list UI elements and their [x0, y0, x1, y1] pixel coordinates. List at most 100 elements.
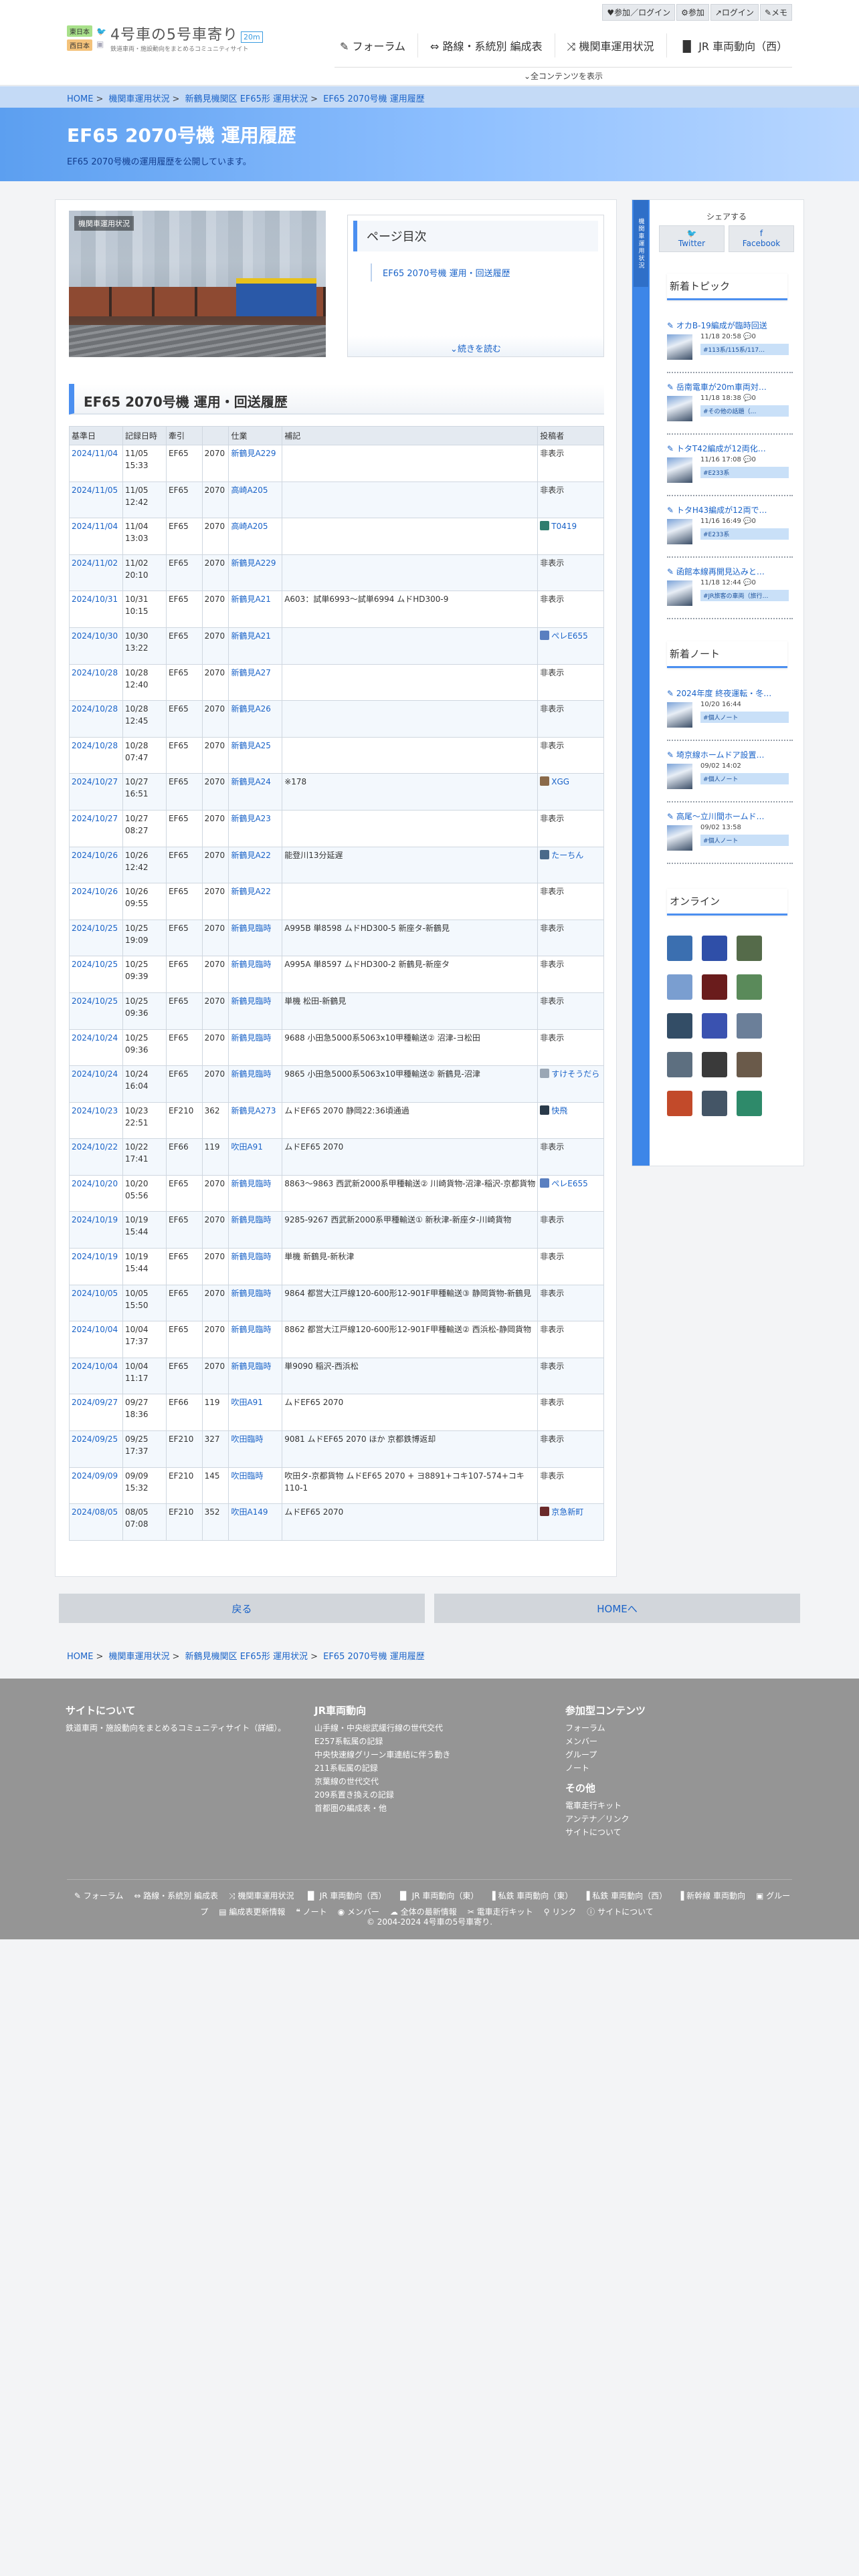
note-tag[interactable]: #個人ノート	[700, 712, 789, 723]
share-twitter-button[interactable]: 🐦 Twitter	[659, 225, 725, 252]
poster-cell[interactable]: ぺレE655	[537, 627, 604, 665]
poster-name[interactable]: 京急新町	[551, 1507, 583, 1517]
login-link[interactable]: ↗ログイン	[710, 4, 759, 21]
topic-title[interactable]: ✎ トタH43編成が12両で…	[667, 504, 793, 516]
duty-cell[interactable]: 新鶴見A25	[228, 736, 283, 774]
duty-cell[interactable]: 高崎A205	[228, 481, 283, 519]
duty-cell[interactable]: 新鶴見臨時	[228, 1065, 283, 1103]
join-link[interactable]: ⚙参加	[676, 4, 709, 21]
topic-item[interactable]: ✎ 函館本線再開見込みと… 11/18 12:44 💬0 #JR旅客の車両（旅行…	[667, 563, 793, 619]
duty-cell[interactable]: 新鶴見A21	[228, 627, 283, 665]
footer-jr-link[interactable]: 209系置き換えの記録	[314, 1788, 535, 1802]
topic-title[interactable]: ✎ 岳南電車が20m車両対…	[667, 381, 793, 393]
duty-cell[interactable]: 新鶴見A26	[228, 700, 283, 738]
footer-jr-link[interactable]: 首都圏の編成表・他	[314, 1802, 535, 1815]
duty-cell[interactable]: 新鶴見臨時	[228, 1284, 283, 1322]
topic-item[interactable]: ✎ トタT42編成が12両化… 11/16 17:08 💬0 #E233系	[667, 440, 793, 496]
topic-thumbnail[interactable]	[667, 457, 692, 483]
topic-item[interactable]: ✎ トタH43編成が12両で… 11/16 16:49 💬0 #E233系	[667, 502, 793, 558]
note-thumbnail[interactable]	[667, 764, 692, 789]
note-tag[interactable]: #個人ノート	[700, 773, 789, 784]
poster-avatar-icon[interactable]	[540, 1507, 550, 1517]
topic-tag[interactable]: #その他の話題（…	[700, 405, 789, 417]
duty-cell[interactable]: 新鶴見臨時	[228, 956, 283, 993]
base-date-cell[interactable]: 2024/08/05	[69, 1503, 123, 1541]
footer-about-text[interactable]: 鉄道車両・施設動向をまとめるコミュニティサイト（詳細）。	[66, 1721, 286, 1735]
online-member-avatar[interactable]	[667, 1013, 692, 1039]
footer-nav-link[interactable]: ▐ 私鉄 車両動向（西）	[583, 1891, 667, 1901]
nav-formation-table[interactable]: ⇔ 路線・系統別 編成表	[417, 33, 555, 58]
online-member-avatar[interactable]	[667, 974, 692, 1000]
topic-thumbnail[interactable]	[667, 396, 692, 421]
duty-cell[interactable]: 新鶴見臨時	[228, 1321, 283, 1358]
breadcrumb-current[interactable]: EF65 2070号機 運用履歴	[323, 94, 425, 104]
poster-cell[interactable]: 快飛	[537, 1101, 604, 1140]
footer-nav-link[interactable]: ✎ フォーラム	[74, 1891, 124, 1901]
online-member-avatar[interactable]	[737, 936, 762, 961]
note-thumbnail[interactable]	[667, 825, 692, 851]
base-date-cell[interactable]: 2024/11/02	[69, 554, 123, 592]
sidebar-strip-caption[interactable]: 機関車運用状況	[634, 200, 648, 287]
footer-nav-link[interactable]: ⤨ 機関車運用状況	[229, 1891, 294, 1901]
footer-nav-link[interactable]: ⚲ リンク	[544, 1907, 577, 1917]
base-date-cell[interactable]: 2024/10/28	[69, 663, 123, 702]
online-member-avatar[interactable]	[737, 974, 762, 1000]
online-member-avatar[interactable]	[667, 1091, 692, 1116]
topic-item[interactable]: ✎ 岳南電車が20m車両対… 11/18 18:38 💬0 #その他の話題（…	[667, 379, 793, 435]
online-member-avatar[interactable]	[667, 1052, 692, 1077]
footer-nav-link[interactable]: ▐ 私鉄 車両動向（東）	[489, 1891, 573, 1901]
duty-cell[interactable]: 吹田A91	[228, 1138, 283, 1176]
toc-item[interactable]: EF65 2070号機 運用・回送履歴	[371, 263, 581, 282]
note-title[interactable]: ✎ 2024年度 終夜運転・冬…	[667, 687, 793, 699]
duty-cell[interactable]: 吹田臨時	[228, 1467, 283, 1505]
breadcrumb-home[interactable]: HOME	[67, 1652, 93, 1662]
footer-other-link[interactable]: アンテナ／リンク	[565, 1812, 786, 1826]
online-member-avatar[interactable]	[702, 974, 727, 1000]
poster-cell[interactable]: XGG	[537, 773, 604, 811]
footer-nav-link[interactable]: ▐▌ JR 車両動向（西）	[304, 1891, 386, 1901]
base-date-cell[interactable]: 2024/10/19	[69, 1248, 123, 1285]
poster-avatar-icon[interactable]	[540, 1069, 550, 1079]
duty-cell[interactable]: 吹田臨時	[228, 1430, 283, 1468]
duty-cell[interactable]: 新鶴見臨時	[228, 992, 283, 1030]
note-title[interactable]: ✎ 埼京線ホームドア設置…	[667, 749, 793, 760]
poster-name[interactable]: すけそうだら	[551, 1069, 599, 1079]
base-date-cell[interactable]: 2024/10/27	[69, 773, 123, 811]
nav-forum[interactable]: ✎ フォーラム	[328, 33, 417, 58]
duty-cell[interactable]: 新鶴見A229	[228, 445, 283, 482]
share-facebook-button[interactable]: f Facebook	[729, 225, 794, 252]
duty-cell[interactable]: 新鶴見A23	[228, 809, 283, 847]
footer-other-link[interactable]: サイトについて	[565, 1826, 786, 1839]
footer-nav-link[interactable]: ❝ ノート	[296, 1907, 326, 1917]
nav-jr-west[interactable]: ▐▌ JR 車両動向（西）	[666, 33, 800, 58]
base-date-cell[interactable]: 2024/10/28	[69, 700, 123, 738]
duty-cell[interactable]: 新鶴見臨時	[228, 919, 283, 957]
base-date-cell[interactable]: 2024/11/04	[69, 518, 123, 555]
duty-cell[interactable]: 新鶴見A27	[228, 663, 283, 702]
duty-cell[interactable]: 新鶴見臨時	[228, 1357, 283, 1395]
base-date-cell[interactable]: 2024/10/25	[69, 992, 123, 1030]
footer-jr-link[interactable]: 京葉線の世代交代	[314, 1775, 535, 1788]
base-date-cell[interactable]: 2024/10/25	[69, 956, 123, 993]
online-member-avatar[interactable]	[667, 936, 692, 961]
footer-jr-link[interactable]: E257系転属の記録	[314, 1735, 535, 1748]
nav-locomotive-status[interactable]: ⤨ 機関車運用状況	[554, 33, 666, 58]
base-date-cell[interactable]: 2024/11/04	[69, 445, 123, 482]
west-japan-tag[interactable]: 西日本	[67, 39, 92, 51]
footer-nav-link[interactable]: ⇔ 路線・系統別 編成表	[134, 1891, 218, 1901]
topic-item[interactable]: ✎ オカB-19編成が臨時回送 11/18 20:58 💬0 #113系/115系/…	[667, 317, 793, 373]
topic-thumbnail[interactable]	[667, 334, 692, 360]
breadcrumb-ef65-status[interactable]: 新鶴見機関区 EF65形 運用状況	[185, 1652, 308, 1662]
base-date-cell[interactable]: 2024/09/09	[69, 1467, 123, 1505]
base-date-cell[interactable]: 2024/10/31	[69, 591, 123, 628]
poster-avatar-icon[interactable]	[540, 1178, 550, 1188]
base-date-cell[interactable]: 2024/10/30	[69, 627, 123, 665]
footer-nav-link[interactable]: ▐▌ JR 車両動向（東）	[397, 1891, 478, 1901]
footer-jr-link[interactable]: 山手線・中央総武緩行線の世代交代	[314, 1721, 535, 1735]
poster-avatar-icon[interactable]	[540, 630, 550, 640]
breadcrumb-locomotive-status[interactable]: 機関車運用状況	[109, 94, 170, 104]
duty-cell[interactable]: 新鶴見A22	[228, 846, 283, 884]
topic-title[interactable]: ✎ トタT42編成が12両化…	[667, 443, 793, 454]
duty-cell[interactable]: 新鶴見臨時	[228, 1029, 283, 1067]
base-date-cell[interactable]: 2024/10/05	[69, 1284, 123, 1322]
